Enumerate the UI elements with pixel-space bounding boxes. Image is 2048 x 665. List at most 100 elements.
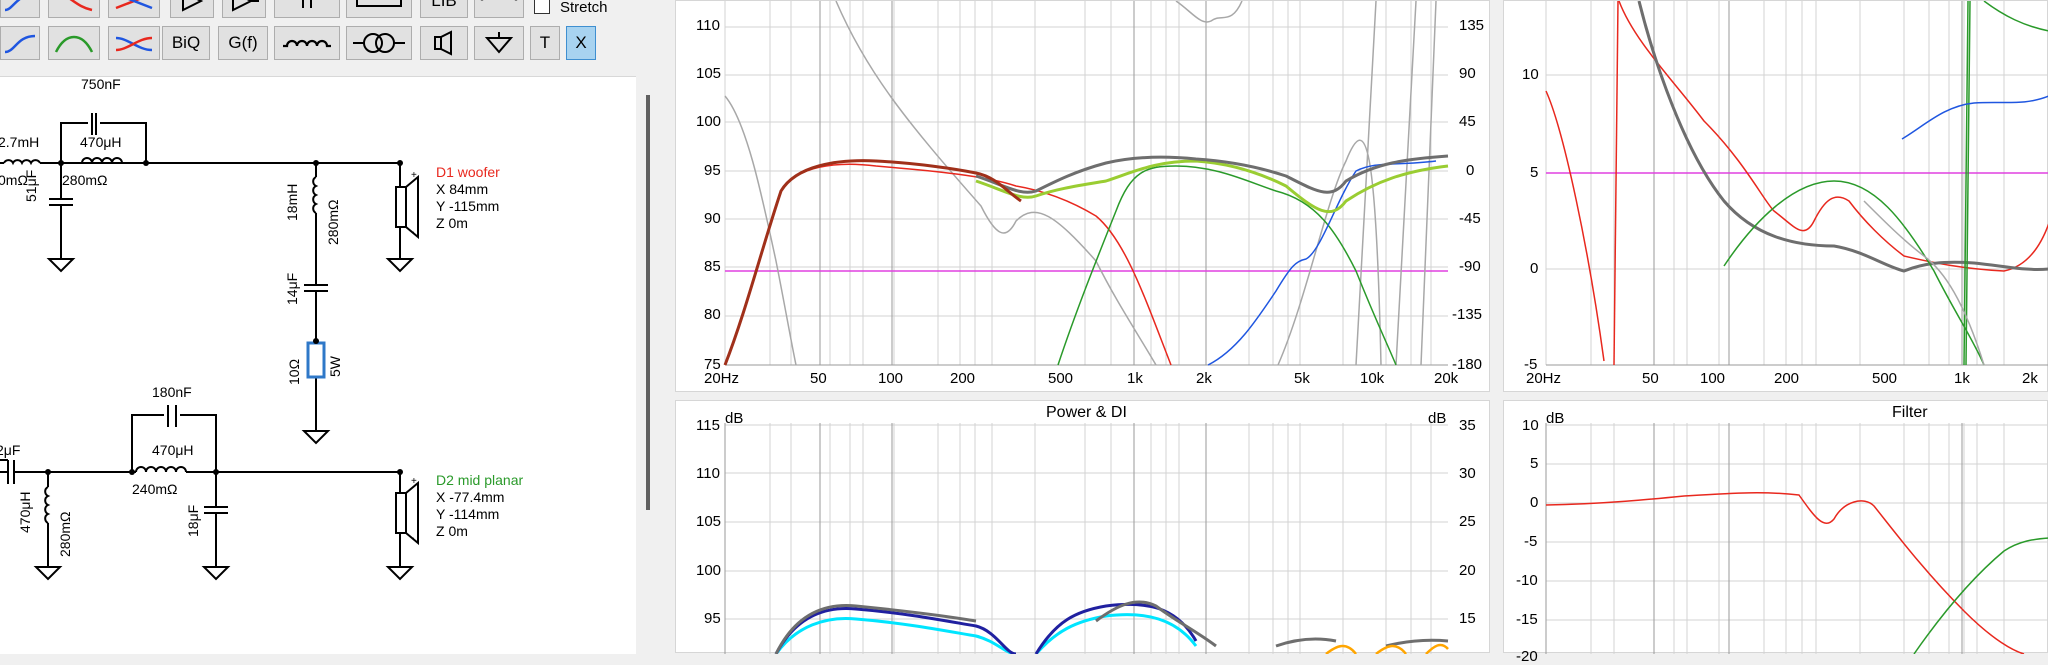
di-y-tick: 35 (1459, 417, 1476, 434)
spl-x-tick: 500 (1048, 370, 1074, 387)
buffer-icon (182, 0, 204, 12)
lowpass-filter-button[interactable] (48, 0, 100, 18)
filter-graph[interactable] (1504, 401, 2048, 654)
power-di-panel: Power & DI dB dB 115 110 105 100 95 35 3… (675, 400, 1491, 654)
spl-y-tick: 80 (704, 306, 721, 323)
capacitor-button[interactable] (274, 0, 340, 18)
spl-y-tick: 85 (704, 258, 721, 275)
inductor-2-7mh-label: 2.7mH (0, 134, 40, 150)
phase-y-tick: -135 (1452, 306, 1483, 323)
delete-tool-button[interactable]: X (566, 26, 596, 60)
power-di-title: Power & DI (1046, 404, 1127, 421)
schematic-vertical-scrollbar[interactable] (642, 0, 656, 653)
biquad-button[interactable]: BiQ (162, 26, 210, 60)
filter-y-tick: -5 (1524, 533, 1538, 550)
power-right-unit: dB (1428, 410, 1447, 427)
phase-y-tick: 135 (1459, 17, 1485, 34)
mid-planar-x-label: X -77.4mm (436, 489, 505, 505)
impedance-x-tick: 500 (1872, 370, 1898, 387)
measure-button[interactable] (474, 0, 524, 18)
power-left-unit: dB (725, 410, 744, 427)
filter-y-tick: -20 (1516, 648, 1538, 665)
bandpass-icon (54, 35, 94, 53)
filter-y-tick: 5 (1530, 455, 1539, 472)
di-y-tick: 20 (1459, 562, 1476, 579)
highpass-filter-button[interactable] (0, 0, 40, 18)
mid-planar-z-label: Z 0m (436, 523, 468, 539)
filter-title: Filter (1892, 404, 1928, 421)
capacitor-14uf-label: 14μF (284, 272, 300, 305)
transfer-function-button[interactable]: G(f) (218, 26, 268, 60)
spl-phase-graph[interactable] (676, 1, 1491, 393)
resistor-power-label: 5W (327, 356, 343, 377)
notch-crossover-button[interactable] (108, 26, 160, 60)
library-button[interactable]: LIB (420, 0, 468, 18)
highpass-curve-icon (4, 34, 36, 54)
capacitor-2uf-label: 2μF (0, 442, 21, 458)
stretch-label: Stretch (560, 0, 608, 16)
impedance-graph[interactable] (1504, 1, 2048, 393)
capacitor-icon (302, 0, 312, 8)
phase-y-tick: 45 (1459, 113, 1476, 130)
resistor-button[interactable] (346, 0, 412, 18)
stretch-checkbox[interactable] (534, 0, 550, 14)
impedance-x-tick: 20Hz (1526, 370, 1562, 387)
inductor-470uh-resistance-label: 280mΩ (62, 172, 108, 188)
capacitor-18uf-label: 18μF (185, 504, 201, 537)
woofer-name-label: D1 woofer (436, 164, 500, 180)
inductor-470uh-label: 470μH (80, 134, 122, 150)
power-y-tick: 105 (696, 513, 722, 530)
transformer-button[interactable] (346, 26, 412, 60)
text-tool-button[interactable]: T (530, 26, 560, 60)
lowpass-icon (69, 0, 93, 12)
impedance-y-tick: 0 (1530, 260, 1539, 277)
delete-tool-label: X (575, 33, 587, 52)
scrollbar-thumb[interactable] (646, 95, 650, 510)
biquad-label: BiQ (171, 33, 201, 52)
library-label: LIB (431, 0, 457, 10)
woofer-x-label: X 84mm (436, 181, 489, 197)
spl-x-tick: 5k (1294, 370, 1310, 387)
filter-y-tick: 10 (1522, 417, 1539, 434)
spl-phase-panel: 110 105 100 95 90 85 80 75 135 90 45 0 -… (675, 0, 1490, 392)
impedance-x-tick: 200 (1774, 370, 1800, 387)
ground-button[interactable] (474, 26, 524, 60)
amplifier-button[interactable] (222, 0, 266, 18)
power-y-tick: 115 (696, 417, 720, 434)
svg-text:-: - (411, 533, 414, 544)
capacitor-750nf-label: 750nF (81, 76, 121, 92)
impedance-x-tick: 100 (1700, 370, 1726, 387)
impedance-x-tick: 2k (2022, 370, 2038, 387)
power-di-graph[interactable] (676, 401, 1491, 654)
resistor-icon (356, 0, 402, 7)
spl-x-tick: 10k (1360, 370, 1385, 387)
phase-y-tick: -45 (1459, 210, 1481, 227)
resistor-10ohm-label: 10Ω (286, 358, 302, 385)
svg-text:+: + (411, 170, 417, 181)
crossover-button[interactable] (108, 0, 160, 18)
capacitor-51uf-label: 51μF (23, 169, 39, 202)
highpass-response-button[interactable] (0, 26, 40, 60)
phase-y-tick: 90 (1459, 65, 1476, 82)
transfer-function-label: G(f) (228, 33, 258, 52)
inductor-icon (283, 39, 331, 48)
spl-x-tick: 1k (1127, 370, 1143, 387)
power-y-tick: 110 (696, 465, 720, 482)
text-tool-label: T (539, 33, 551, 52)
dimension-icon (480, 0, 518, 1)
panel-splitter[interactable] (660, 0, 675, 653)
impedance-panel: 10 5 0 -5 20Hz 50 100 200 500 1k 2k (1503, 0, 2048, 392)
amplifier-icon (232, 0, 259, 12)
spl-x-tick: 200 (950, 370, 976, 387)
schematic-canvas[interactable]: + - + - 750nF 2.7mH 0mΩ 470μH 280mΩ 51μF… (0, 76, 636, 654)
spl-x-tick: 20k (1434, 370, 1459, 387)
di-y-tick: 15 (1459, 610, 1476, 627)
woofer-z-label: Z 0m (436, 215, 468, 231)
filter-panel: Filter dB 10 5 0 -5 -10 -15 -20 (1503, 400, 2048, 664)
speaker-button[interactable] (420, 26, 468, 60)
inductor-button[interactable] (274, 26, 340, 60)
buffer-button[interactable] (170, 0, 214, 18)
bandpass-button[interactable] (48, 26, 100, 60)
mid-planar-name-label: D2 mid planar (436, 472, 524, 488)
ground-icon (484, 32, 514, 54)
